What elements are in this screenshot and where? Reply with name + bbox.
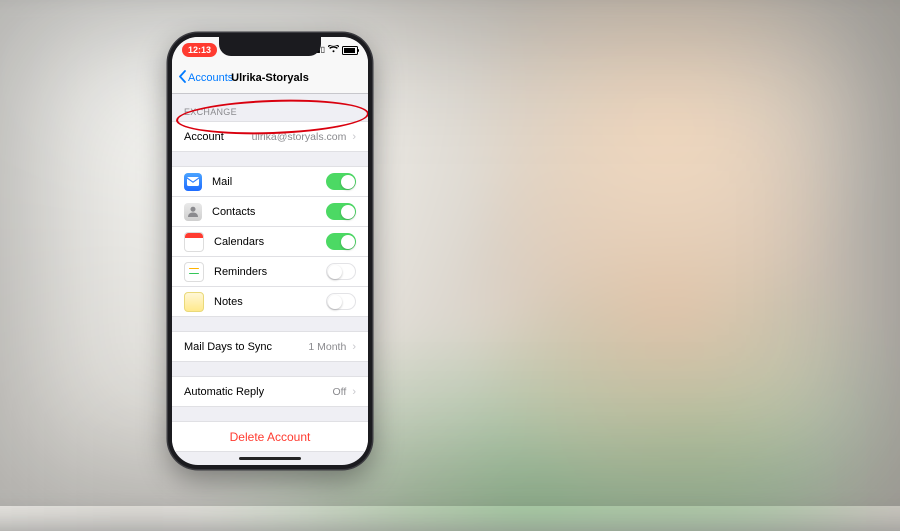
account-group: Account ulrika@storyals.com › (172, 121, 368, 152)
service-row-mail[interactable]: Mail (172, 167, 368, 197)
auto-reply-value: Off (333, 386, 347, 398)
mail-sync-label: Mail Days to Sync (184, 341, 272, 353)
mail-icon (184, 173, 202, 191)
spacer (172, 407, 368, 421)
spacer (172, 317, 368, 331)
auto-reply-label: Automatic Reply (184, 386, 264, 398)
phone-frame: 12:13 ▮▮▮▯ Accounts Ulrika-Storyals EX (168, 33, 372, 469)
home-indicator[interactable] (239, 457, 301, 461)
mail-sync-group: Mail Days to Sync 1 Month › (172, 331, 368, 362)
spacer (172, 362, 368, 376)
battery-icon (342, 46, 358, 55)
delete-group: Delete Account (172, 421, 368, 452)
services-group: Mail Contacts Calendars Re (172, 166, 368, 317)
spacer (172, 152, 368, 166)
service-label: Calendars (214, 236, 264, 248)
service-row-reminders[interactable]: Reminders (172, 257, 368, 287)
chevron-right-icon: › (352, 131, 356, 143)
phone-notch (219, 37, 321, 56)
page-title: Ulrika-Storyals (231, 72, 309, 84)
account-value: ulrika@storyals.com (252, 131, 347, 143)
notes-icon (184, 292, 204, 312)
notes-toggle[interactable] (326, 293, 356, 310)
status-time-recording: 12:13 (182, 43, 217, 57)
service-label: Mail (212, 176, 232, 188)
service-row-calendars[interactable]: Calendars (172, 227, 368, 257)
back-button[interactable]: Accounts (178, 71, 233, 85)
mail-days-to-sync-row[interactable]: Mail Days to Sync 1 Month › (172, 332, 368, 362)
service-label: Reminders (214, 266, 267, 278)
settings-scroll[interactable]: EXCHANGE Account ulrika@storyals.com › M… (172, 93, 368, 465)
account-row[interactable]: Account ulrika@storyals.com › (172, 122, 368, 152)
wifi-icon (328, 45, 339, 55)
section-header-exchange: EXCHANGE (172, 93, 368, 121)
navigation-bar: Accounts Ulrika-Storyals (172, 63, 368, 94)
mail-sync-value: 1 Month (308, 341, 346, 353)
auto-reply-group: Automatic Reply Off › (172, 376, 368, 407)
phone-screen: 12:13 ▮▮▮▯ Accounts Ulrika-Storyals EX (172, 37, 368, 465)
calendars-toggle[interactable] (326, 233, 356, 250)
service-label: Contacts (212, 206, 255, 218)
service-row-notes[interactable]: Notes (172, 287, 368, 317)
service-row-contacts[interactable]: Contacts (172, 197, 368, 227)
automatic-reply-row[interactable]: Automatic Reply Off › (172, 377, 368, 407)
calendars-icon (184, 232, 204, 252)
reminders-toggle[interactable] (326, 263, 356, 280)
reminders-icon (184, 262, 204, 282)
contacts-icon (184, 203, 202, 221)
vignette (0, 0, 900, 506)
service-label: Notes (214, 296, 243, 308)
back-label: Accounts (188, 72, 233, 84)
mail-toggle[interactable] (326, 173, 356, 190)
chevron-right-icon: › (352, 386, 356, 398)
chevron-right-icon: › (352, 341, 356, 353)
chevron-left-icon (178, 70, 186, 85)
contacts-toggle[interactable] (326, 203, 356, 220)
delete-account-button[interactable]: Delete Account (172, 422, 368, 452)
delete-account-label: Delete Account (230, 430, 311, 444)
account-label: Account (184, 131, 224, 143)
